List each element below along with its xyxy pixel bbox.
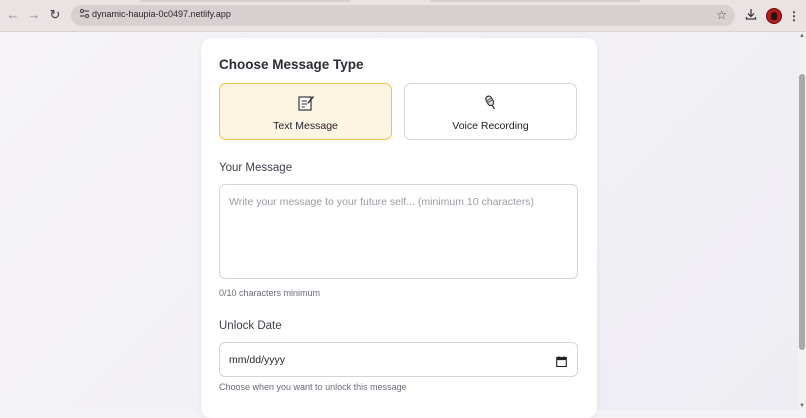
scroll-up-icon[interactable]: ▲ [798, 32, 806, 40]
message-label: Your Message [219, 162, 293, 174]
back-icon[interactable]: ← [5, 7, 21, 23]
character-counter: 0/10 characters minimum [219, 288, 321, 298]
scroll-down-icon[interactable]: ▼ [798, 402, 806, 410]
message-textarea[interactable] [219, 184, 578, 279]
unlock-date-label: Unlock Date [219, 320, 282, 332]
menu-icon[interactable]: ⋮ [786, 8, 802, 24]
voice-recording-label: Voice Recording [452, 120, 529, 132]
scrollbar[interactable]: ▲ ▼ [798, 32, 806, 410]
page-title: Choose Message Type [219, 57, 364, 72]
download-icon[interactable] [743, 8, 759, 24]
url-text[interactable]: dynamic-haupia-0c0497.netlify.app [92, 9, 231, 19]
profile-avatar[interactable] [766, 8, 782, 24]
capsule-form-card: Choose Message Type Text Message Voice R… [201, 38, 597, 418]
text-message-option[interactable]: Text Message [219, 83, 392, 140]
date-placeholder: mm/dd/yyyy [229, 354, 286, 366]
address-bar[interactable]: dynamic-haupia-0c0497.netlify.app ☆ [71, 5, 735, 26]
tab-strip-edge [140, 0, 350, 2]
tab-strip-edge [430, 0, 640, 2]
bookmark-star-icon[interactable]: ☆ [716, 8, 727, 22]
memo-icon [297, 94, 315, 112]
microphone-icon [482, 94, 500, 112]
forward-icon[interactable]: → [26, 7, 42, 23]
voice-recording-option[interactable]: Voice Recording [404, 83, 577, 140]
text-message-label: Text Message [273, 120, 338, 132]
unlock-date-input[interactable]: mm/dd/yyyy [219, 342, 578, 377]
unlock-date-hint: Choose when you want to unlock this mess… [219, 382, 407, 392]
browser-toolbar: ← → ↻ dynamic-haupia-0c0497.netlify.app … [0, 0, 806, 32]
site-info-icon[interactable] [77, 8, 91, 22]
scrollbar-thumb[interactable] [799, 74, 805, 350]
reload-icon[interactable]: ↻ [47, 7, 63, 23]
calendar-icon[interactable] [556, 354, 567, 368]
